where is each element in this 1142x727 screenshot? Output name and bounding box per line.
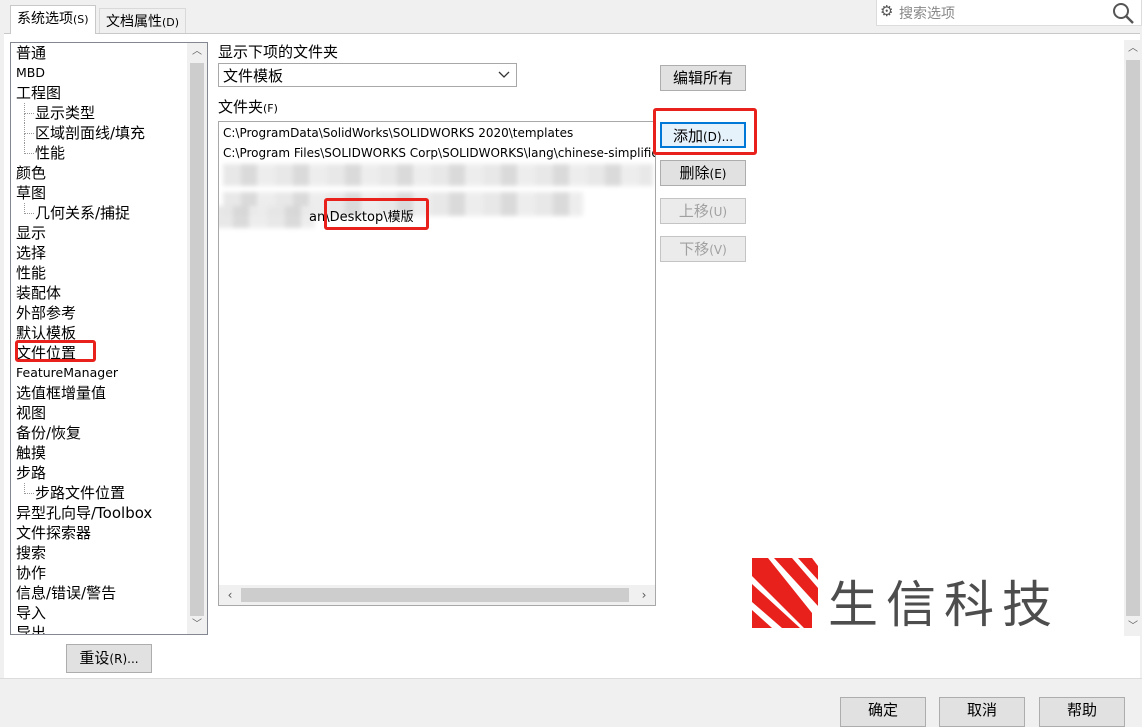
delete-accel: (E) xyxy=(709,167,727,181)
tree-item[interactable]: 显示 xyxy=(11,223,187,243)
tree-item[interactable]: 草图 xyxy=(11,183,187,203)
scroll-up-icon[interactable]: ︿ xyxy=(187,43,207,61)
chevron-down-icon xyxy=(498,71,510,78)
tab-document-properties[interactable]: 文档属性(D) xyxy=(99,8,187,34)
tab-accel: (D) xyxy=(162,16,180,29)
scroll-down-icon[interactable]: ﹀ xyxy=(1124,618,1142,636)
tree-item[interactable]: 普通 xyxy=(11,43,187,63)
panel-scrollbar[interactable]: ︿ ﹀ xyxy=(1124,40,1142,636)
edit-all-label: 编辑所有 xyxy=(672,69,733,87)
move-up-accel: (U) xyxy=(708,205,728,219)
list-item[interactable]: C:\Program Files\SOLIDWORKS Corp\SOLIDWO… xyxy=(223,146,655,160)
ok-label: 确定 xyxy=(867,701,898,719)
tree-item[interactable]: 选择 xyxy=(11,243,187,263)
scroll-left-icon[interactable]: ‹ xyxy=(221,585,239,605)
tree-item[interactable]: 步路 xyxy=(11,463,187,483)
delete-label: 删除 xyxy=(679,164,710,182)
tree-item[interactable]: 选值框增量值 xyxy=(11,383,187,403)
move-up-label: 上移 xyxy=(678,202,709,220)
add-button[interactable]: 添加(D)... xyxy=(660,122,746,148)
show-folders-label: 显示下项的文件夹 xyxy=(218,43,339,61)
tree-item[interactable]: 步路文件位置 xyxy=(11,483,187,503)
tree-item[interactable]: 导出 xyxy=(11,623,187,634)
redacted-region xyxy=(219,206,315,228)
tab-accel: (S) xyxy=(73,13,89,26)
folder-list-scroll-thumb[interactable] xyxy=(241,588,629,602)
delete-button[interactable]: 删除(E) xyxy=(660,160,746,186)
move-down-accel: (V) xyxy=(709,243,727,257)
tree-item[interactable]: 几何关系/捕捉 xyxy=(11,203,187,223)
folder-list[interactable]: C:\ProgramData\SolidWorks\SOLIDWORKS 202… xyxy=(218,121,656,606)
tree-item[interactable]: 文件探索器 xyxy=(11,523,187,543)
redacted-region xyxy=(223,164,653,186)
tree-item[interactable]: 视图 xyxy=(11,403,187,423)
panel-scroll-thumb[interactable] xyxy=(1126,60,1140,616)
tab-system-options[interactable]: 系统选项(S) xyxy=(10,5,96,34)
folders-label: 文件夹(F) xyxy=(218,96,278,117)
tree-item[interactable]: 搜索 xyxy=(11,543,187,563)
tab-label: 系统选项 xyxy=(17,11,73,27)
bottom-bar: 确定 取消 帮助 xyxy=(0,678,1142,727)
tree-item[interactable]: 区域剖面线/填充 xyxy=(11,123,187,143)
tree-item[interactable]: MBD xyxy=(11,63,187,83)
reset-accel: (R)... xyxy=(109,652,139,666)
cancel-button[interactable]: 取消 xyxy=(939,697,1025,727)
folders-label-text: 文件夹 xyxy=(218,98,264,116)
tree-item[interactable]: 协作 xyxy=(11,563,187,583)
ok-button[interactable]: 确定 xyxy=(840,697,926,727)
tree-scrollbar[interactable]: ︿ ﹀ xyxy=(187,43,207,634)
add-label: 添加 xyxy=(672,127,703,145)
tree-item[interactable]: 备份/恢复 xyxy=(11,423,187,443)
tree-item[interactable]: 触摸 xyxy=(11,443,187,463)
folder-list-hscrollbar[interactable]: ‹ › xyxy=(219,585,655,605)
tree-item[interactable]: 颜色 xyxy=(11,163,187,183)
help-label: 帮助 xyxy=(1066,701,1097,719)
add-accel: (D)... xyxy=(702,130,734,144)
options-tree[interactable]: 普通 MBD 工程图 显示类型 区域剖面线/填充 性能 颜色 草图 几何关系/捕捉 显示 选择 性能装… xyxy=(10,42,208,635)
tree-item[interactable]: FeatureManager xyxy=(11,363,187,383)
scroll-right-icon[interactable]: › xyxy=(635,585,653,605)
tree-item[interactable]: 文件位置 xyxy=(11,343,187,363)
tree-item[interactable]: 显示类型 xyxy=(11,103,187,123)
list-item[interactable]: C:\ProgramData\SolidWorks\SOLIDWORKS 202… xyxy=(223,126,573,140)
scroll-up-icon[interactable]: ︿ xyxy=(1124,40,1142,58)
tree-item[interactable]: 信息/错误/警告 xyxy=(11,583,187,603)
tree-item[interactable]: 外部参考 xyxy=(11,303,187,323)
tree-item[interactable]: 装配体 xyxy=(11,283,187,303)
watermark-text: 生信科技 xyxy=(828,576,1060,634)
move-down-button[interactable]: 下移(V) xyxy=(660,236,746,262)
reset-button[interactable]: 重设(R)... xyxy=(66,644,152,673)
move-up-button[interactable]: 上移(U) xyxy=(660,198,746,224)
tree-item[interactable]: 导入 xyxy=(11,603,187,623)
tree-item[interactable]: 工程图 xyxy=(11,83,187,103)
edit-all-button[interactable]: 编辑所有 xyxy=(660,65,746,91)
cancel-label: 取消 xyxy=(966,701,997,719)
tree-item[interactable]: 异型孔向导/Toolbox xyxy=(11,503,187,523)
folder-type-value: 文件模板 xyxy=(223,67,284,85)
list-item[interactable]: an\Desktop\模版 xyxy=(309,206,414,225)
tab-bar: 系统选项(S) 文档属性(D) ⚙ 搜索选项 xyxy=(0,0,1142,34)
tree-item[interactable]: 性能 xyxy=(11,143,187,163)
scroll-down-icon[interactable]: ﹀ xyxy=(187,616,207,634)
tree-scroll-thumb[interactable] xyxy=(190,63,204,616)
tab-label: 文档属性 xyxy=(106,14,162,30)
search-icon[interactable] xyxy=(1111,1,1135,25)
folders-label-accel: (F) xyxy=(263,102,278,115)
help-button[interactable]: 帮助 xyxy=(1039,697,1125,727)
tree-item[interactable]: 默认模板 xyxy=(11,323,187,343)
gear-icon[interactable]: ⚙ xyxy=(880,2,893,20)
tree-item[interactable]: 性能 xyxy=(11,263,187,283)
folder-type-select[interactable]: 文件模板 xyxy=(218,63,517,87)
move-down-label: 下移 xyxy=(679,240,710,258)
tree-items: 普通 MBD 工程图 显示类型 区域剖面线/填充 性能 颜色 草图 几何关系/捕捉 显示 选择 性能装… xyxy=(11,43,187,634)
search-input[interactable]: 搜索选项 xyxy=(899,3,955,23)
search-box[interactable]: ⚙ 搜索选项 xyxy=(876,0,1142,26)
reset-label: 重设 xyxy=(79,649,110,667)
